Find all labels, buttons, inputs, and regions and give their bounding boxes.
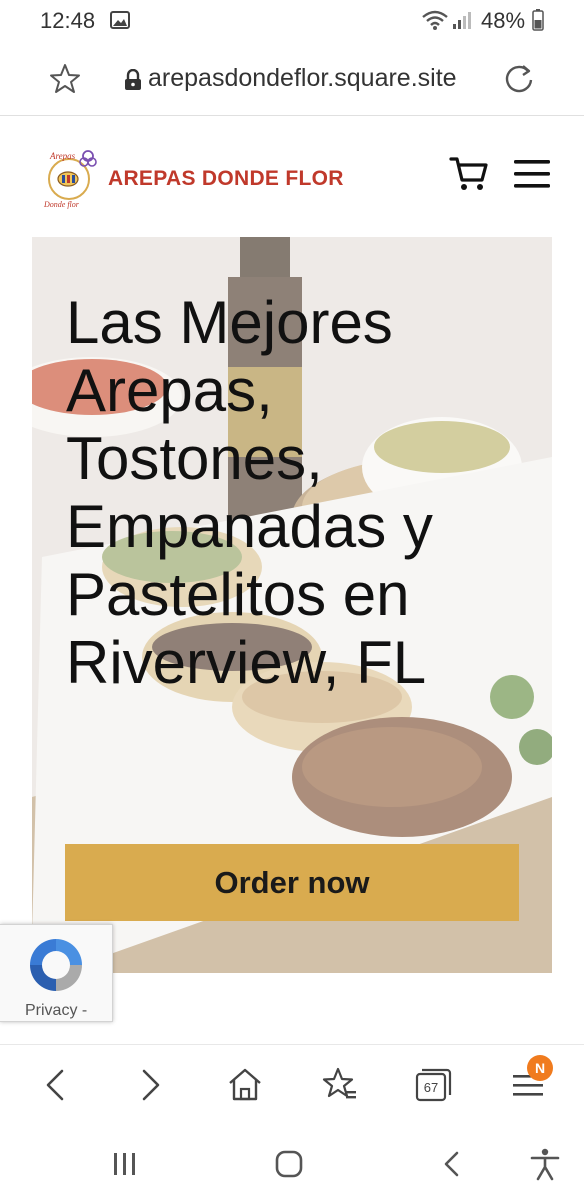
recaptcha-badge[interactable]: Privacy - xyxy=(0,924,113,1022)
logo-text-top: Arepas xyxy=(49,151,76,161)
reload-icon[interactable] xyxy=(502,62,536,96)
back-nav-icon[interactable] xyxy=(435,1146,471,1182)
signal-icon xyxy=(453,12,471,29)
brand-name[interactable]: AREPAS DONDE FLOR xyxy=(108,167,344,191)
url-field[interactable]: arepasdondeflor.square.site xyxy=(148,64,457,93)
back-icon[interactable] xyxy=(36,1065,76,1105)
lock-icon xyxy=(125,69,141,90)
cart-icon[interactable] xyxy=(449,155,489,193)
wifi-icon xyxy=(422,10,448,30)
image-notification-icon xyxy=(110,11,130,29)
tabs-button[interactable]: 67 xyxy=(413,1065,453,1105)
android-nav-bar xyxy=(0,1126,584,1200)
notification-badge: N xyxy=(527,1055,553,1081)
bookmarks-icon[interactable] xyxy=(320,1065,360,1105)
status-time: 12:48 xyxy=(40,8,96,33)
accessibility-icon[interactable] xyxy=(527,1146,563,1182)
logo-text-bottom: Donde flor xyxy=(43,200,80,209)
brand-logo[interactable]: Arepas Donde flor xyxy=(40,147,102,209)
address-bar: arepasdondeflor.square.site xyxy=(0,42,584,116)
home-icon[interactable] xyxy=(225,1065,265,1105)
site-header: Arepas Donde flor AREPAS DONDE FLOR xyxy=(0,117,584,237)
recent-apps-icon[interactable] xyxy=(107,1146,143,1182)
tab-count: 67 xyxy=(423,1080,439,1095)
star-icon[interactable] xyxy=(48,62,82,96)
recaptcha-privacy-link[interactable]: Privacy - xyxy=(25,1002,87,1020)
order-now-button[interactable]: Order now xyxy=(65,844,519,921)
battery-percent: 48% xyxy=(481,8,526,33)
home-nav-icon[interactable] xyxy=(271,1146,307,1182)
recaptcha-icon xyxy=(30,939,82,991)
hero-title: Las Mejores Arepas, Tostones, Empanadas … xyxy=(66,289,433,696)
forward-icon[interactable] xyxy=(130,1065,170,1105)
battery-icon xyxy=(532,9,544,31)
status-bar: 12:48 48% xyxy=(0,0,584,42)
hamburger-menu-icon[interactable] xyxy=(512,157,552,191)
hero-banner: Las Mejores Arepas, Tostones, Empanadas … xyxy=(32,237,552,973)
browser-toolbar: 67 xyxy=(0,1044,584,1126)
